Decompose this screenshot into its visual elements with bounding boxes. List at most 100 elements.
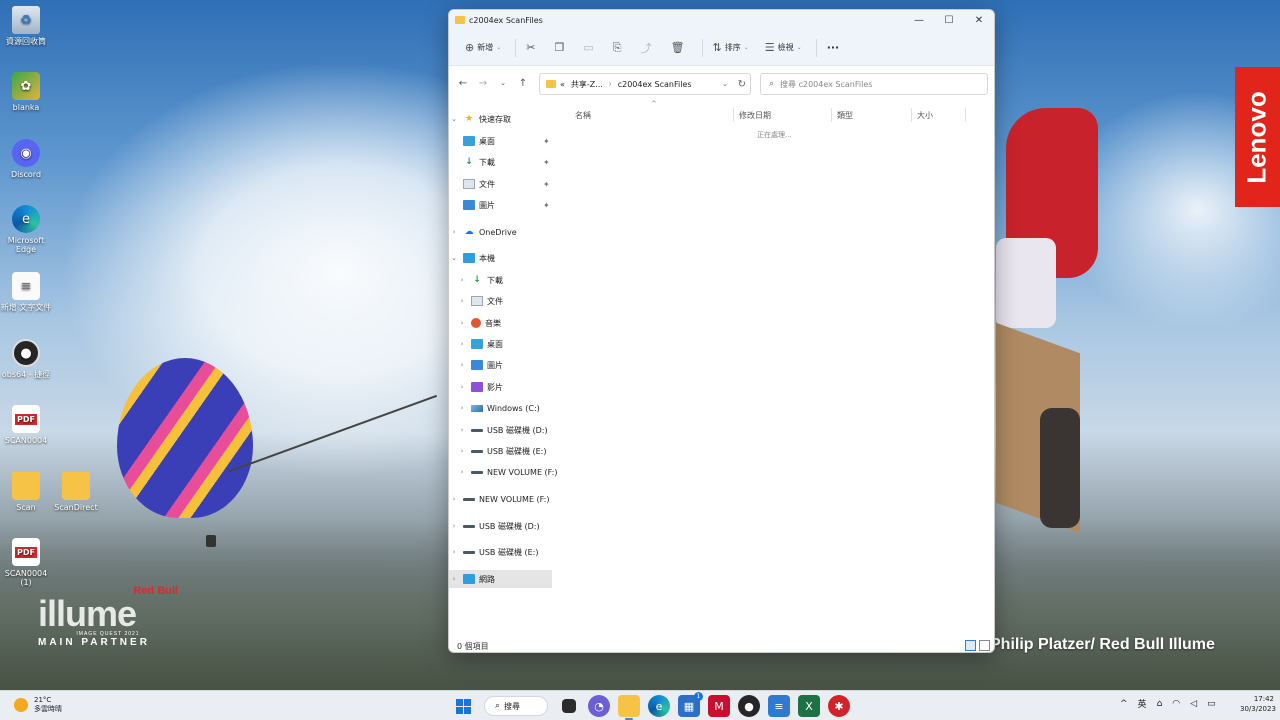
download-icon: ↓ bbox=[473, 275, 481, 285]
column-header-size[interactable]: 大小 bbox=[917, 106, 933, 124]
recent-locations-button[interactable]: ⌄ bbox=[493, 79, 513, 87]
nav-this-pc[interactable]: ⌄ 本機 bbox=[449, 249, 559, 267]
nav-pc-videos[interactable]: › 影片 bbox=[449, 378, 559, 396]
address-bar[interactable]: « 共享-Z... › c2004ex ScanFiles ⌄ ↻ bbox=[539, 73, 751, 95]
volume-icon[interactable]: ◁ bbox=[1190, 699, 1197, 709]
nav-pc-pictures[interactable]: › 圖片 bbox=[449, 356, 559, 374]
edge-taskbar-icon[interactable]: e bbox=[648, 695, 670, 717]
column-divider[interactable] bbox=[831, 108, 832, 122]
store-taskbar-icon[interactable]: ▦ 1 bbox=[678, 692, 703, 717]
taskbar-search[interactable]: ⌕ 搜尋 bbox=[484, 696, 548, 716]
column-header-type[interactable]: 類型 bbox=[837, 106, 853, 124]
ime-mode-icon[interactable]: ⌂ bbox=[1157, 699, 1163, 709]
column-divider[interactable] bbox=[911, 108, 912, 122]
refresh-icon[interactable]: ↻ bbox=[738, 79, 746, 90]
weather-description: 多雲時晴 bbox=[34, 705, 62, 713]
tiles-view-button[interactable] bbox=[979, 640, 990, 651]
nav-qa-downloads[interactable]: ↓ 下載 ✦ bbox=[449, 153, 559, 171]
nav-onedrive[interactable]: › ☁ OneDrive bbox=[449, 223, 559, 241]
plus-icon: ⊕ bbox=[465, 41, 475, 54]
nav-pc-drive-d[interactable]: › USB 磁碟機 (D:) bbox=[449, 421, 559, 439]
nav-qa-pictures[interactable]: 圖片 ✦ bbox=[449, 196, 559, 214]
forward-button[interactable]: → bbox=[473, 78, 493, 89]
music-icon bbox=[471, 318, 481, 328]
close-button[interactable]: ✕ bbox=[964, 10, 994, 30]
desktop-icon bbox=[471, 339, 483, 349]
desktop-icon-new-text-document[interactable]: ≡ 新增 文字文件 bbox=[0, 272, 52, 312]
column-divider[interactable] bbox=[965, 108, 966, 122]
task-view-icon[interactable] bbox=[562, 699, 576, 713]
nav-pc-documents[interactable]: › 文件 bbox=[449, 292, 559, 310]
teams-chat-icon[interactable]: ◔ bbox=[588, 695, 610, 717]
desktop-icon-edge[interactable]: e Microsoft Edge bbox=[0, 205, 52, 254]
sort-button[interactable]: ⇅ 排序 ⌄ bbox=[707, 36, 755, 60]
nav-pc-drive-f[interactable]: › NEW VOLUME (F:) bbox=[449, 463, 559, 481]
chevron-up-icon[interactable]: ^ bbox=[1120, 699, 1128, 709]
desktop-icon-scan0004[interactable]: PDF SCAN0004 bbox=[0, 405, 52, 445]
folder-icon bbox=[12, 472, 40, 500]
column-divider[interactable] bbox=[733, 108, 734, 122]
back-button[interactable]: ← bbox=[453, 78, 473, 89]
clock-date: 30/3/2023 bbox=[1240, 705, 1276, 713]
share-button[interactable]: ⤴ bbox=[635, 36, 661, 60]
chevron-right-icon: › bbox=[452, 548, 456, 556]
skydiver-body bbox=[996, 238, 1056, 328]
breadcrumb-share[interactable]: 共享-Z... bbox=[571, 79, 603, 90]
nav-qa-desktop[interactable]: 桌面 ✦ bbox=[449, 132, 559, 150]
mcafee-taskbar-icon[interactable]: M bbox=[708, 695, 730, 717]
cut-button[interactable]: ✂ bbox=[520, 36, 544, 60]
start-button[interactable] bbox=[452, 695, 474, 717]
battery-icon[interactable]: ▭ bbox=[1207, 699, 1216, 709]
nav-root-drive-e[interactable]: › USB 磁碟機 (E:) bbox=[449, 543, 559, 561]
nav-root-drive-f[interactable]: › NEW VOLUME (F:) bbox=[449, 490, 559, 508]
desktop-icon-scan0004-1[interactable]: PDF SCAN0004 (1) bbox=[0, 538, 52, 587]
title-bar[interactable]: c2004ex ScanFiles — ☐ ✕ bbox=[449, 10, 994, 30]
nav-pc-music[interactable]: › 音樂 bbox=[449, 314, 559, 332]
address-dropdown-icon[interactable]: ⌄ bbox=[722, 80, 728, 88]
minimize-button[interactable]: — bbox=[904, 10, 934, 30]
notepad-taskbar-icon[interactable]: ≡ bbox=[768, 695, 790, 717]
wifi-icon[interactable]: ◠ bbox=[1172, 699, 1180, 709]
desktop-icon-scan-folder[interactable]: Scan bbox=[0, 472, 52, 512]
up-button[interactable]: ↑ bbox=[513, 78, 533, 89]
details-view-button[interactable] bbox=[965, 640, 976, 651]
view-toggle bbox=[962, 640, 990, 651]
excel-taskbar-icon[interactable]: X bbox=[798, 695, 820, 717]
more-options-button[interactable]: ··· bbox=[821, 36, 846, 60]
obs-taskbar-icon[interactable]: ● bbox=[738, 695, 760, 717]
file-explorer-taskbar-icon[interactable] bbox=[618, 695, 640, 720]
desktop-icon-recycle-bin[interactable]: ♻ 資源回收筒 bbox=[0, 6, 52, 46]
nav-pc-downloads[interactable]: › ↓ 下載 bbox=[449, 271, 559, 289]
copy-button[interactable]: ❐ bbox=[548, 36, 573, 60]
nav-pc-drive-c[interactable]: › Windows (C:) bbox=[449, 399, 559, 417]
input-method-indicator[interactable]: 英 bbox=[1138, 697, 1147, 710]
desktop-icon-discord[interactable]: ◉ Discord bbox=[0, 139, 52, 179]
view-button[interactable]: ☰ 檢視 ⌄ bbox=[759, 36, 808, 60]
delete-button[interactable]: 🗑 bbox=[665, 36, 694, 60]
sort-icon: ⇅ bbox=[712, 41, 722, 54]
breadcrumb-current[interactable]: c2004ex ScanFiles bbox=[618, 80, 692, 89]
nav-quick-access[interactable]: ⌄ ★ 快速存取 bbox=[449, 110, 559, 128]
nav-qa-documents[interactable]: 文件 ✦ bbox=[449, 175, 559, 193]
desktop-icon-blanka[interactable]: ✿ blanka bbox=[0, 72, 52, 112]
column-header-name[interactable]: 名稱 bbox=[575, 106, 591, 124]
new-button[interactable]: ⊕ 新增 ⌄ bbox=[459, 36, 507, 60]
nav-network[interactable]: › 網路 bbox=[449, 570, 552, 588]
nav-pc-desktop[interactable]: › 桌面 bbox=[449, 335, 559, 353]
maximize-button[interactable]: ☐ bbox=[934, 10, 964, 30]
search-box[interactable]: ⌕ 搜尋 c2004ex ScanFiles bbox=[760, 73, 988, 95]
column-header-date[interactable]: 修改日期 bbox=[739, 106, 771, 124]
cloud-icon: ☁ bbox=[464, 227, 474, 237]
desktop-icon-scandirect-folder[interactable]: ScanDirect bbox=[50, 472, 102, 512]
lenovo-logo: Lenovo bbox=[1235, 67, 1280, 207]
app-taskbar-icon[interactable]: ✱ bbox=[828, 695, 850, 717]
nav-root-drive-d[interactable]: › USB 磁碟機 (D:) bbox=[449, 517, 559, 535]
desktop-icon-obs[interactable]: ● obs64 - 捷徑 bbox=[0, 339, 52, 379]
pin-icon: ✦ bbox=[543, 136, 550, 146]
weather-widget[interactable]: 21°C 多雲時晴 bbox=[14, 696, 62, 714]
rename-button[interactable]: ⎘ bbox=[607, 36, 631, 60]
paste-button[interactable]: ▭ bbox=[577, 36, 602, 60]
taskbar: 21°C 多雲時晴 ⌕ 搜尋 ◔ e ▦ 1 M ● ≡ X ✱ ^ 英 ⌂ ◠ … bbox=[0, 690, 1280, 720]
clock[interactable]: 17:42 30/3/2023 bbox=[1240, 694, 1276, 714]
nav-pc-drive-e[interactable]: › USB 磁碟機 (E:) bbox=[449, 442, 559, 460]
